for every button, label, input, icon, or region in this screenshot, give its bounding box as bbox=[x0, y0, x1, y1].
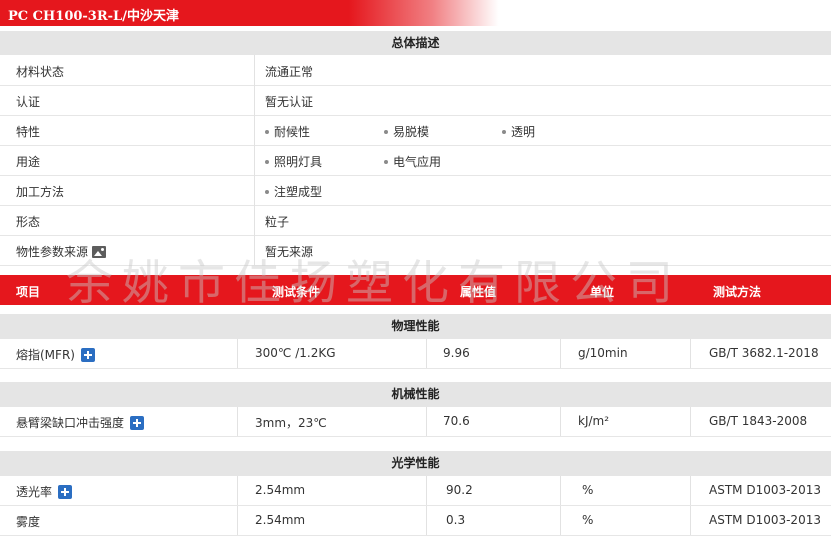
unit: % bbox=[582, 483, 594, 497]
col-header-item: 项目 bbox=[16, 285, 41, 299]
property-value: 70.6 bbox=[443, 414, 470, 428]
overview-row: 加工方法 注塑成型 bbox=[0, 175, 831, 206]
overview-row: 用途 照明灯具 电气应用 bbox=[0, 145, 831, 176]
plus-icon[interactable] bbox=[58, 484, 73, 499]
property-value: 9.96 bbox=[443, 346, 470, 360]
divider bbox=[690, 339, 691, 368]
divider bbox=[426, 476, 427, 505]
property-table-header: 项目 测试条件 属性值 单位 测试方法 bbox=[0, 275, 831, 305]
divider bbox=[560, 407, 561, 436]
divider bbox=[254, 85, 255, 115]
property-name: 雾度 bbox=[16, 515, 41, 529]
overview-heading: 总体描述 bbox=[0, 31, 831, 55]
test-condition: 2.54mm bbox=[255, 513, 306, 527]
table-row: 雾度 2.54mm 0.3 % ASTM D1003-2013 bbox=[0, 506, 831, 536]
overview-label: 加工方法 bbox=[16, 185, 65, 199]
col-header-value: 属性值 bbox=[460, 285, 497, 299]
overview-label: 特性 bbox=[16, 125, 41, 139]
test-method: ASTM D1003-2013 bbox=[709, 483, 821, 497]
table-row: 熔指(MFR) 300℃ /1.2KG 9.96 g/10min GB/T 36… bbox=[0, 339, 831, 369]
overview-label: 认证 bbox=[16, 95, 41, 109]
tag-item: 耐候性 bbox=[265, 123, 310, 140]
divider bbox=[254, 235, 255, 265]
table-row: 透光率 2.54mm 90.2 % ASTM D1003-2013 bbox=[0, 476, 831, 506]
tag-item: 注塑成型 bbox=[265, 183, 322, 200]
divider bbox=[237, 407, 238, 436]
overview-row: 特性 耐候性 易脱模 透明 bbox=[0, 115, 831, 146]
col-header-unit: 单位 bbox=[590, 285, 615, 299]
test-condition: 3mm，23℃ bbox=[255, 416, 327, 430]
overview-label: 物性参数来源 bbox=[16, 245, 89, 259]
test-method: GB/T 3682.1-2018 bbox=[709, 346, 819, 360]
tag-item: 电气应用 bbox=[384, 153, 441, 170]
divider bbox=[560, 476, 561, 505]
table-row: 悬臂梁缺口冲击强度 3mm，23℃ 70.6 kJ/m² GB/T 1843-2… bbox=[0, 407, 831, 437]
property-name: 熔指(MFR) bbox=[16, 348, 75, 362]
divider bbox=[254, 115, 255, 145]
test-condition: 300℃ /1.2KG bbox=[255, 346, 336, 360]
product-title-bar: PC CH100-3R-L/中沙天津 bbox=[0, 0, 831, 26]
unit: g/10min bbox=[578, 346, 628, 360]
overview-value: 暂无认证 bbox=[265, 95, 314, 109]
divider bbox=[237, 506, 238, 535]
tag-item: 透明 bbox=[502, 123, 535, 140]
property-value: 90.2 bbox=[446, 483, 473, 497]
overview-label: 材料状态 bbox=[16, 65, 65, 79]
product-title: PC CH100-3R-L/中沙天津 bbox=[8, 9, 179, 24]
divider bbox=[426, 407, 427, 436]
divider bbox=[237, 476, 238, 505]
divider bbox=[690, 407, 691, 436]
property-name: 透光率 bbox=[16, 485, 53, 499]
divider bbox=[254, 205, 255, 235]
divider bbox=[690, 506, 691, 535]
unit: kJ/m² bbox=[578, 414, 610, 428]
col-header-method: 测试方法 bbox=[713, 285, 762, 299]
overview-value: 流通正常 bbox=[265, 65, 314, 79]
test-method: GB/T 1843-2008 bbox=[709, 414, 808, 428]
property-name-cell: 透光率 bbox=[16, 483, 73, 500]
tag-item: 易脱模 bbox=[384, 123, 429, 140]
section-heading: 机械性能 bbox=[0, 382, 831, 407]
plus-icon[interactable] bbox=[130, 415, 145, 430]
property-name: 悬臂梁缺口冲击强度 bbox=[16, 416, 125, 430]
divider bbox=[254, 145, 255, 175]
divider bbox=[426, 339, 427, 368]
section-heading: 光学性能 bbox=[0, 451, 831, 476]
overview-label: 用途 bbox=[16, 155, 41, 169]
test-method: ASTM D1003-2013 bbox=[709, 513, 821, 527]
plus-icon[interactable] bbox=[80, 347, 95, 362]
overview-row: 认证 暂无认证 bbox=[0, 85, 831, 116]
divider bbox=[560, 506, 561, 535]
divider bbox=[426, 506, 427, 535]
tag-item: 照明灯具 bbox=[265, 153, 322, 170]
image-icon[interactable] bbox=[92, 245, 107, 258]
property-name-cell: 悬臂梁缺口冲击强度 bbox=[16, 414, 145, 431]
overview-label-with-icon: 物性参数来源 bbox=[16, 243, 107, 260]
divider bbox=[254, 175, 255, 205]
property-name-cell: 熔指(MFR) bbox=[16, 346, 95, 363]
divider bbox=[254, 55, 255, 85]
overview-row: 物性参数来源 暂无来源 bbox=[0, 235, 831, 266]
section-heading: 物理性能 bbox=[0, 314, 831, 339]
divider bbox=[237, 339, 238, 368]
overview-label: 形态 bbox=[16, 215, 41, 229]
unit: % bbox=[582, 513, 594, 527]
property-value: 0.3 bbox=[446, 513, 466, 527]
overview-row: 材料状态 流通正常 bbox=[0, 55, 831, 86]
overview-value: 粒子 bbox=[265, 215, 290, 229]
overview-row: 形态 粒子 bbox=[0, 205, 831, 236]
divider bbox=[690, 476, 691, 505]
overview-value: 暂无来源 bbox=[265, 245, 314, 259]
test-condition: 2.54mm bbox=[255, 483, 306, 497]
col-header-condition: 测试条件 bbox=[272, 285, 321, 299]
divider bbox=[560, 339, 561, 368]
